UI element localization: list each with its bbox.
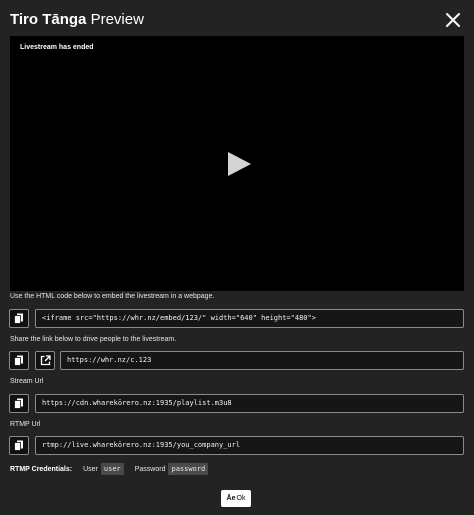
dialog-header: Tiro Tānga Preview — [10, 10, 464, 32]
share-label: Share the link below to drive people to … — [10, 336, 177, 343]
rtmp-url-label: RTMP Url — [10, 421, 41, 428]
copy-stream-url-button[interactable] — [9, 394, 29, 413]
ok-button-prefix: Āe — [226, 495, 236, 502]
embed-label: Use the HTML code below to embed the liv… — [10, 293, 215, 300]
close-icon[interactable] — [444, 11, 462, 29]
dialog-title: Tiro Tānga Preview — [10, 10, 144, 30]
password-label: Password — [134, 465, 166, 473]
user-value[interactable]: user — [100, 463, 124, 475]
ok-button[interactable]: Āe Ok — [221, 490, 251, 507]
stream-url-label: Stream Url — [10, 378, 44, 385]
video-player[interactable]: Livestream has ended — [10, 36, 464, 291]
stream-url-field[interactable]: https://cdn.wharekōrero.nz:1935/playlist… — [35, 394, 464, 413]
copy-rtmp-url-button[interactable] — [9, 436, 29, 455]
open-link-button[interactable] — [35, 351, 55, 370]
livestream-status: Livestream has ended — [20, 44, 94, 51]
credentials-heading: RTMP Credentials: — [10, 465, 73, 473]
share-link-field[interactable]: https://whr.nz/c.123 — [60, 351, 464, 370]
copy-icon — [14, 440, 23, 451]
copy-icon — [14, 355, 23, 366]
copy-icon — [14, 398, 23, 409]
dialog-title-rest: Preview — [86, 11, 144, 28]
copy-embed-button[interactable] — [9, 309, 29, 328]
ok-button-label: Ok — [236, 495, 246, 502]
embed-code-field[interactable]: <iframe src="https://whr.nz/embed/123/" … — [35, 309, 464, 328]
rtmp-url-field[interactable]: rtmp://live.wharekōrero.nz:1935/you_comp… — [35, 436, 464, 455]
copy-icon — [14, 313, 23, 324]
password-value[interactable]: password — [168, 463, 209, 475]
rtmp-credentials: RTMP Credentials: User user Password pas… — [10, 463, 219, 475]
external-link-icon — [40, 355, 51, 366]
copy-link-button[interactable] — [9, 351, 29, 370]
dialog-title-bold: Tiro Tānga — [10, 11, 87, 28]
play-icon[interactable] — [226, 151, 252, 177]
user-label: User — [83, 465, 98, 473]
